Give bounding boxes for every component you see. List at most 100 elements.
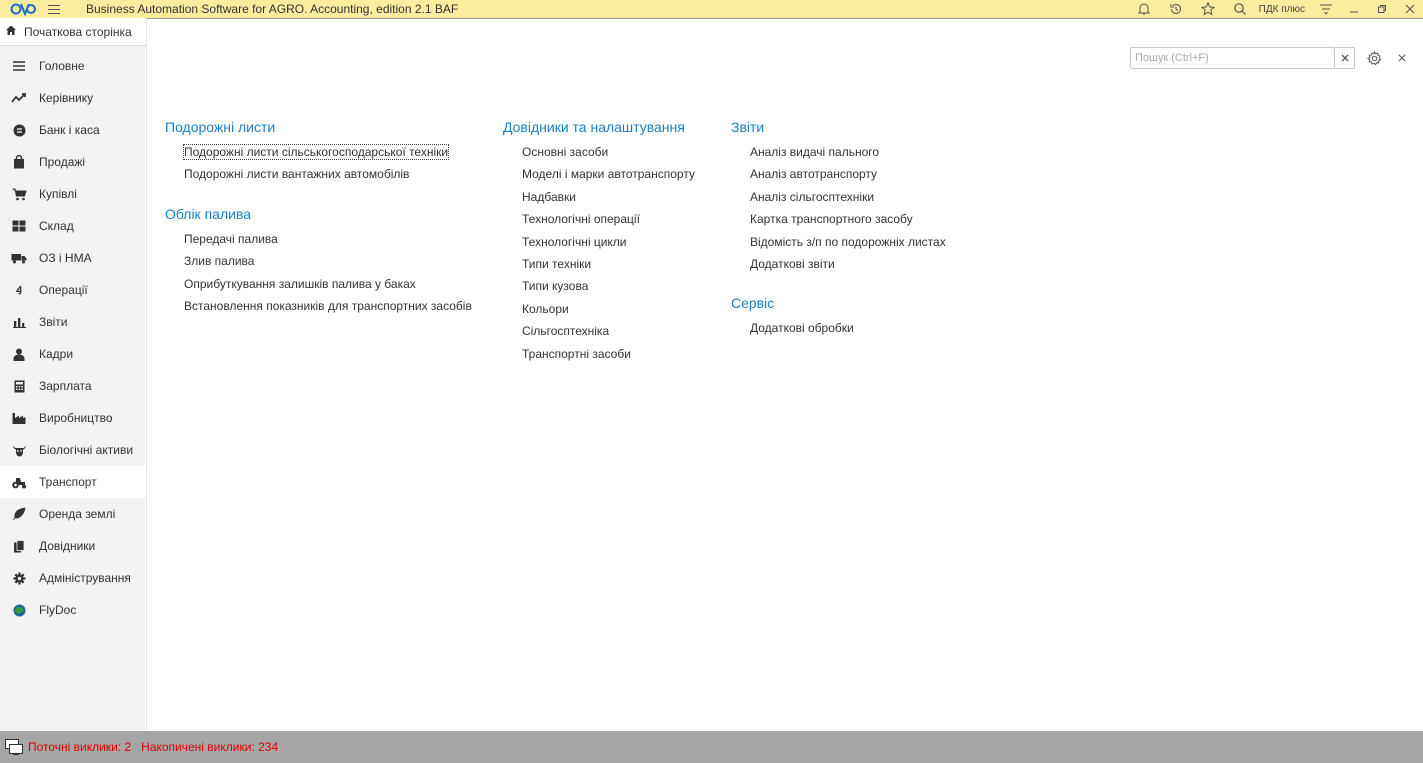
bar-chart-icon	[10, 313, 28, 331]
sidebar-item-label: Адміністрування	[39, 571, 131, 585]
column-waybills-fuel: Подорожні листи Подорожні листи сільсько…	[165, 118, 472, 320]
link-agri-machinery[interactable]: Сільгосптехніка	[522, 323, 695, 345]
sidebar-item-bio-assets[interactable]: Біологічні активи	[0, 434, 145, 466]
sidebar-item-sales[interactable]: Продажі	[0, 146, 145, 178]
link-agri-machinery-waybills[interactable]: Подорожні листи сільськогосподарської те…	[182, 144, 472, 166]
search-clear-button[interactable]	[1335, 47, 1355, 69]
user-menu-icon[interactable]	[1315, 0, 1337, 18]
sidebar-item-label: Звіти	[39, 315, 68, 329]
truck-icon	[10, 249, 28, 267]
link-vehicle-readings[interactable]: Встановлення показників для транспортних…	[184, 298, 472, 320]
sidebar-item-label: Продажі	[39, 155, 86, 169]
sidebar-item-land-lease[interactable]: Оренда землі	[0, 498, 145, 530]
sidebar-item-label: Зарплата	[39, 379, 92, 393]
search-field[interactable]	[1130, 47, 1335, 69]
current-user[interactable]: ПДК плюс	[1259, 4, 1305, 15]
link-truck-waybills[interactable]: Подорожні листи вантажних автомобілів	[184, 166, 472, 188]
sections-panel: Початкова сторінка Головне Керівнику Бан…	[0, 18, 146, 731]
search-input[interactable]	[1131, 48, 1334, 68]
app-logo-icon[interactable]	[10, 0, 36, 18]
main-menu-icon[interactable]	[48, 0, 64, 18]
link-vehicle-analysis[interactable]: Аналіз автотранспорту	[750, 166, 946, 188]
sidebar-item-label: Купівлі	[39, 187, 77, 201]
sidebar-item-main[interactable]: Головне	[0, 50, 145, 82]
gear-icon	[10, 569, 28, 587]
group-directories-settings: Довідники та налаштування Основні засоби…	[503, 118, 695, 368]
close-window-icon[interactable]	[1399, 0, 1421, 18]
link-additional-processing[interactable]: Додаткові обробки	[750, 320, 946, 342]
sidebar-item-administration[interactable]: Адміністрування	[0, 562, 145, 594]
link-tech-cycles[interactable]: Технологічні цикли	[522, 234, 695, 256]
sidebar-item-label: Склад	[39, 219, 74, 233]
status-bar: Поточні виклики: 2 Накопичені виклики: 2…	[0, 731, 1423, 763]
bank-coin-icon	[10, 121, 28, 139]
sidebar-item-label: Довідники	[39, 539, 96, 553]
transport-section-panel: Подорожні листи Подорожні листи сільсько…	[146, 18, 1423, 731]
link-body-types[interactable]: Типи кузова	[522, 278, 695, 300]
link-waybill-salary-statement[interactable]: Відомість з/п по подорожніх листах	[750, 234, 946, 256]
sidebar-item-reports[interactable]: Звіти	[0, 306, 145, 338]
group-service: Сервіс Додаткові обробки	[731, 294, 946, 342]
group-reports: Звіти Аналіз видачі пального Аналіз авто…	[731, 118, 946, 278]
link-agri-machinery-analysis[interactable]: Аналіз сільгосптехніки	[750, 189, 946, 211]
sidebar-item-purchases[interactable]: Купівлі	[0, 178, 145, 210]
settings-gear-icon[interactable]	[1364, 48, 1384, 68]
sidebar-item-hr[interactable]: Кадри	[0, 338, 145, 370]
warehouse-icon	[10, 217, 28, 235]
server-calls-icon[interactable]	[4, 738, 24, 756]
sidebar-item-label: Біологічні активи	[39, 443, 134, 457]
sidebar-item-directories[interactable]: Довідники	[0, 530, 145, 562]
sidebar-item-transport[interactable]: Транспорт	[0, 466, 145, 498]
group-title: Облік палива	[165, 205, 251, 222]
link-additional-reports[interactable]: Додаткові звіти	[750, 256, 946, 278]
title-bar: Business Automation Software for AGRO. A…	[0, 0, 1423, 18]
sidebar-item-label: Керівнику	[39, 91, 94, 105]
home-icon	[5, 24, 17, 39]
link-fuel-transfers[interactable]: Передачі палива	[184, 231, 472, 253]
sidebar-item-production[interactable]: Виробництво	[0, 402, 145, 434]
link-fuel-issue-analysis[interactable]: Аналіз видачі пального	[750, 144, 946, 166]
link-surcharges[interactable]: Надбавки	[522, 189, 695, 211]
sidebar-item-label: Оренда землі	[39, 507, 116, 521]
person-icon	[10, 345, 28, 363]
menu-lines-icon	[10, 57, 28, 75]
sidebar-item-manager[interactable]: Керівнику	[0, 82, 145, 114]
group-waybills: Подорожні листи Подорожні листи сільсько…	[165, 118, 472, 189]
history-icon[interactable]	[1165, 0, 1187, 18]
link-fuel-drain[interactable]: Злив палива	[184, 253, 472, 275]
link-vehicle-models[interactable]: Моделі і марки автотранспорту	[522, 166, 695, 188]
link-vehicles[interactable]: Транспортні засоби	[522, 346, 695, 368]
column-directories-settings: Довідники та налаштування Основні засоби…	[503, 118, 695, 368]
column-reports-service: Звіти Аналіз видачі пального Аналіз авто…	[731, 118, 946, 343]
calculator-icon	[10, 377, 28, 395]
group-title: Звіти	[731, 119, 765, 135]
link-tech-operations[interactable]: Технологічні операції	[522, 211, 695, 233]
minimize-icon[interactable]	[1343, 0, 1365, 18]
flydoc-icon	[10, 601, 28, 619]
current-calls-counter: Поточні виклики: 2	[28, 740, 132, 754]
link-machinery-types[interactable]: Типи техніки	[522, 256, 695, 278]
link-fuel-balance-receipt[interactable]: Оприбуткування залишків палива у баках	[184, 276, 472, 298]
sidebar-item-label: Кадри	[39, 347, 74, 361]
notifications-bell-icon[interactable]	[1133, 0, 1155, 18]
cart-icon	[10, 185, 28, 203]
sidebar-item-operations[interactable]: Ꜭ Операції	[0, 274, 145, 306]
link-vehicle-card[interactable]: Картка транспортного засобу	[750, 211, 946, 233]
favorites-star-icon[interactable]	[1197, 0, 1219, 18]
restore-icon[interactable]	[1371, 0, 1393, 18]
sidebar-item-fixed-assets[interactable]: ОЗ і НМА	[0, 242, 145, 274]
link-fixed-assets[interactable]: Основні засоби	[522, 144, 695, 166]
link-text: Подорожні листи сільськогосподарської те…	[182, 144, 450, 160]
sidebar-item-label: Головне	[39, 59, 85, 73]
search-icon[interactable]	[1229, 0, 1251, 18]
sidebar-item-bank[interactable]: Банк і каса	[0, 114, 145, 146]
close-panel-button[interactable]	[1395, 49, 1409, 67]
home-page-tab[interactable]: Початкова сторінка	[0, 18, 146, 46]
sidebar-item-label: Банк і каса	[39, 123, 100, 137]
link-colors[interactable]: Кольори	[522, 301, 695, 323]
sidebar-item-warehouse[interactable]: Склад	[0, 210, 145, 242]
factory-icon	[10, 409, 28, 427]
sidebar-item-flydoc[interactable]: FlyDoc	[0, 594, 145, 626]
books-icon	[10, 537, 28, 555]
sidebar-item-salary[interactable]: Зарплата	[0, 370, 145, 402]
